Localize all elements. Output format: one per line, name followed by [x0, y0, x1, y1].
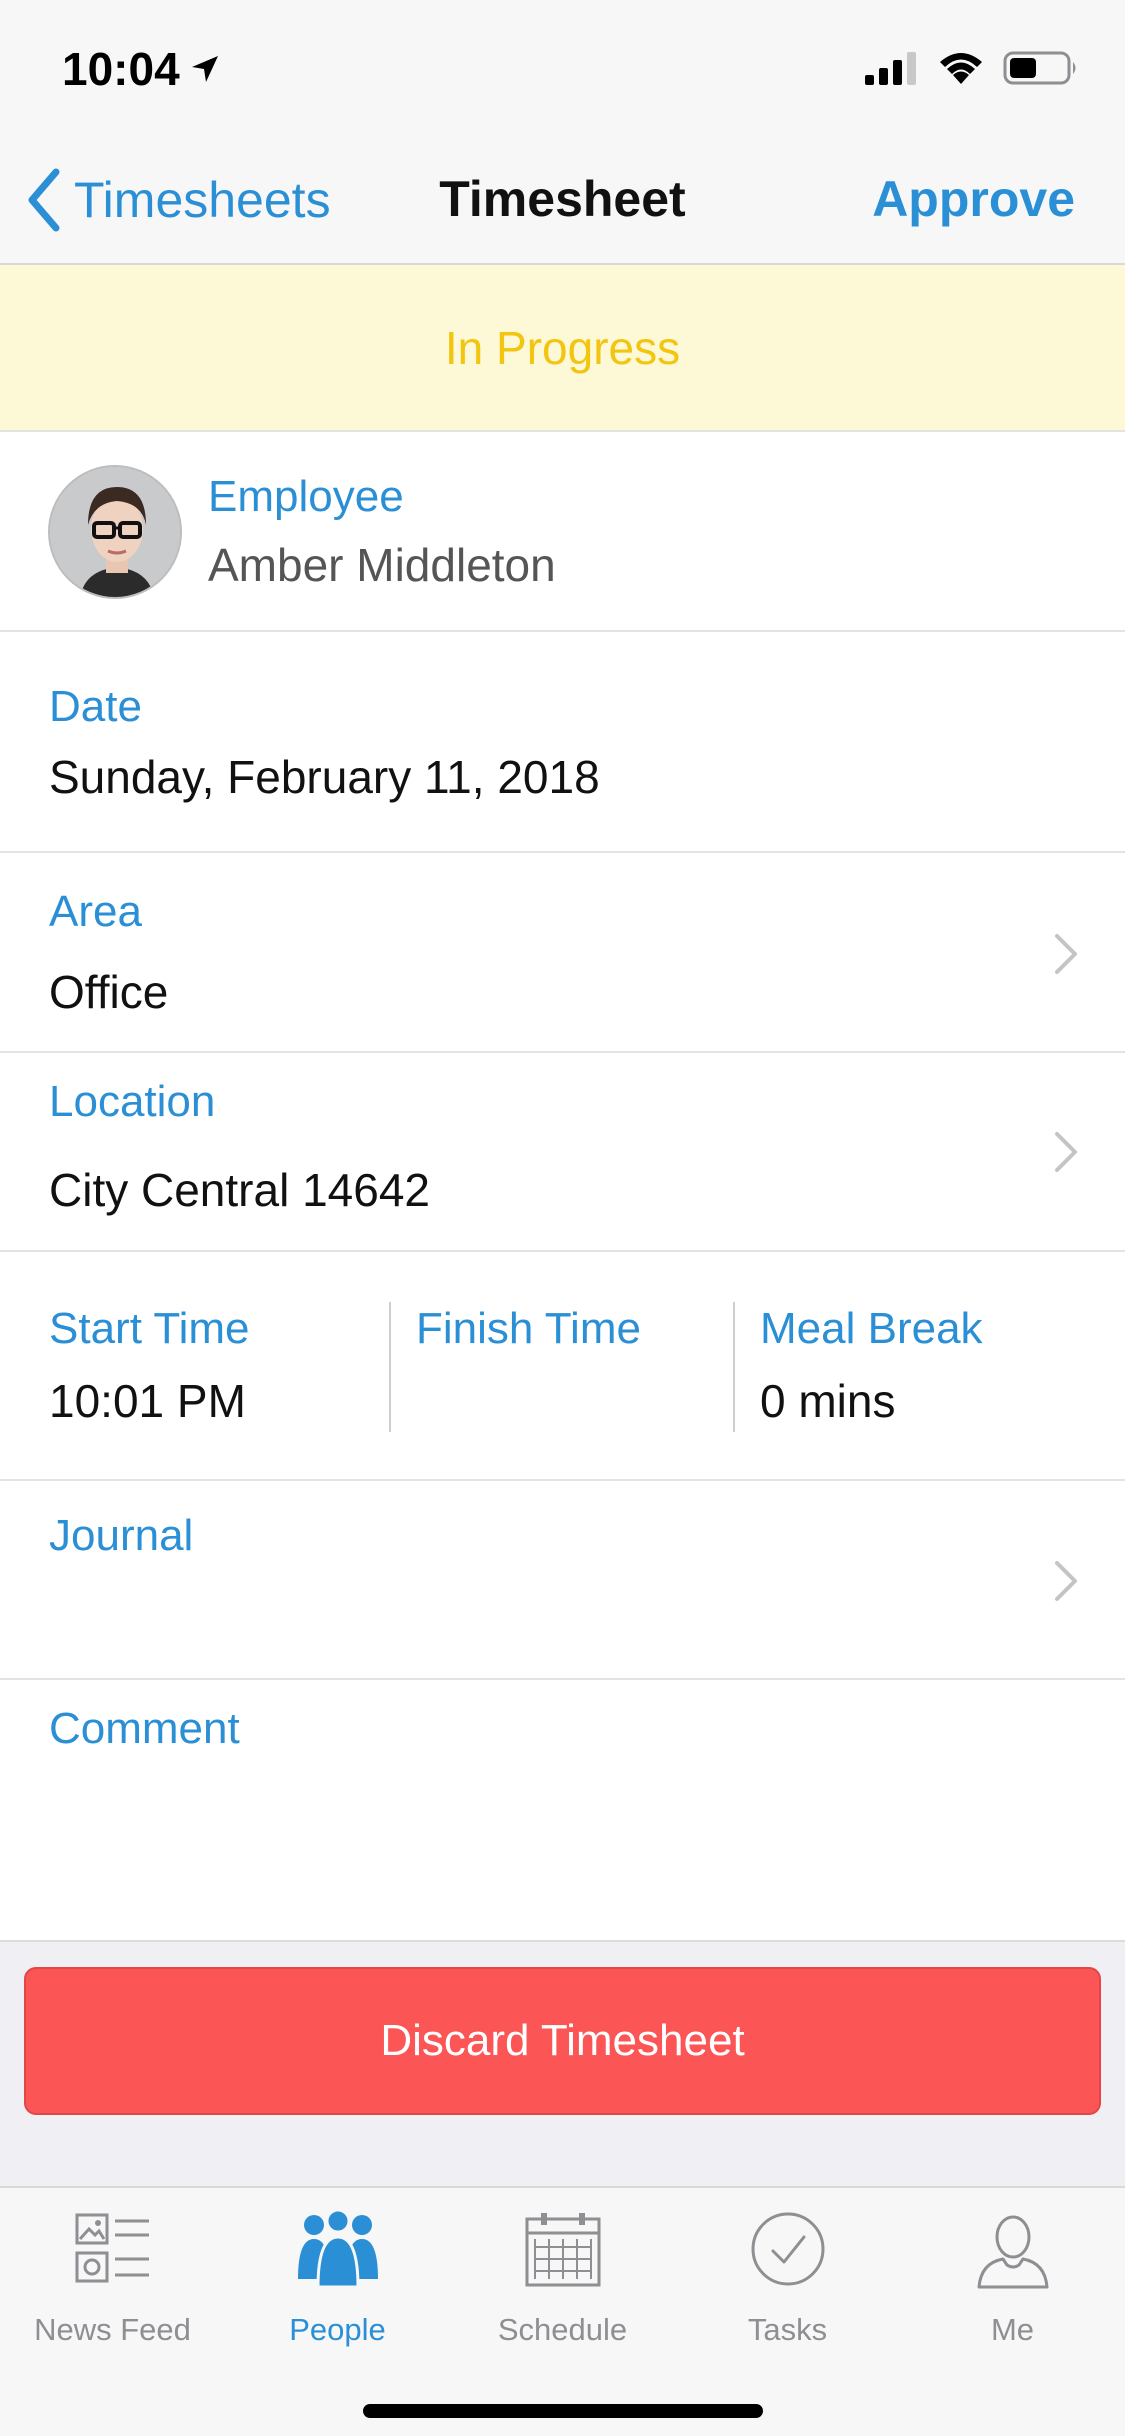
location-row[interactable]: Location City Central 14642	[0, 1053, 1125, 1252]
person-icon	[977, 2215, 1048, 2289]
tab-news-feed[interactable]: News Feed	[0, 2204, 225, 2364]
chevron-right-icon	[1055, 1561, 1077, 1601]
start-time-label: Start Time	[49, 1304, 250, 1353]
employee-name: Amber Middleton	[208, 539, 556, 591]
finish-time-field[interactable]: Finish Time	[391, 1252, 733, 1481]
location-label: Location	[49, 1077, 216, 1126]
home-indicator[interactable]	[363, 2404, 763, 2418]
back-button[interactable]: Timesheets	[26, 168, 331, 232]
meal-break-label: Meal Break	[760, 1304, 983, 1353]
tab-label: People	[289, 2312, 386, 2347]
start-time-field[interactable]: Start Time 10:01 PM	[0, 1252, 390, 1481]
journal-row[interactable]: Journal	[0, 1481, 1125, 1680]
meal-break-value: 0 mins	[760, 1375, 896, 1427]
tab-people[interactable]: People	[225, 2204, 450, 2364]
start-time-value: 10:01 PM	[49, 1375, 246, 1427]
approve-button[interactable]: Approve	[872, 170, 1075, 228]
chevron-right-icon	[1055, 934, 1077, 974]
clock-text: 10:04	[62, 43, 180, 95]
date-value: Sunday, February 11, 2018	[49, 751, 600, 803]
discard-button-label: Discard Timesheet	[380, 2016, 745, 2065]
chevron-left-icon	[28, 168, 60, 232]
tab-label: Tasks	[747, 2312, 828, 2347]
location-arrow-icon	[191, 56, 218, 82]
status-icons	[865, 50, 1079, 86]
date-label: Date	[49, 682, 142, 731]
people-icon	[297, 2209, 378, 2289]
checkmark-circle-icon	[751, 2212, 824, 2286]
navigation-bar: Timesheets Timesheet Approve	[0, 140, 1125, 265]
employee-photo	[50, 467, 180, 597]
status-text: In Progress	[444, 321, 681, 374]
area-value: Office	[49, 966, 169, 1018]
journal-label: Journal	[49, 1511, 194, 1560]
wifi-icon	[940, 53, 982, 84]
tab-label: Schedule	[497, 2312, 628, 2347]
comment-row[interactable]: Comment	[0, 1680, 1125, 1940]
comment-label: Comment	[49, 1704, 240, 1753]
times-row: Start Time 10:01 PM Finish Time Meal Bre…	[0, 1252, 1125, 1481]
area-label: Area	[49, 887, 142, 936]
tab-label: Me	[990, 2312, 1035, 2347]
back-label: Timesheets	[74, 172, 331, 228]
discard-timesheet-button[interactable]: Discard Timesheet	[24, 1967, 1101, 2115]
news-feed-icon	[75, 2213, 149, 2283]
avatar	[48, 465, 182, 599]
calendar-icon	[525, 2213, 600, 2287]
status-time: 10:04	[62, 42, 220, 96]
area-row[interactable]: Area Office	[0, 853, 1125, 1053]
chevron-right-icon	[1055, 1132, 1077, 1172]
tab-schedule[interactable]: Schedule	[450, 2204, 675, 2364]
employee-row[interactable]: Employee Amber Middleton	[0, 432, 1125, 632]
tab-label: News Feed	[34, 2312, 191, 2347]
location-value: City Central 14642	[49, 1164, 430, 1216]
meal-break-field[interactable]: Meal Break 0 mins	[735, 1252, 1125, 1481]
tab-bar: News Feed People Schedule Tasks Me	[0, 2186, 1125, 2436]
date-row: Date Sunday, February 11, 2018	[0, 632, 1125, 853]
employee-label: Employee	[208, 472, 404, 521]
footer-area: Discard Timesheet	[0, 1940, 1125, 2186]
tab-tasks[interactable]: Tasks	[675, 2204, 900, 2364]
status-banner: In Progress	[0, 265, 1125, 432]
signal-icon	[865, 52, 916, 85]
tab-me[interactable]: Me	[900, 2204, 1125, 2364]
battery-icon	[1003, 51, 1076, 85]
status-bar: 10:04	[0, 0, 1125, 140]
finish-time-label: Finish Time	[416, 1304, 641, 1353]
